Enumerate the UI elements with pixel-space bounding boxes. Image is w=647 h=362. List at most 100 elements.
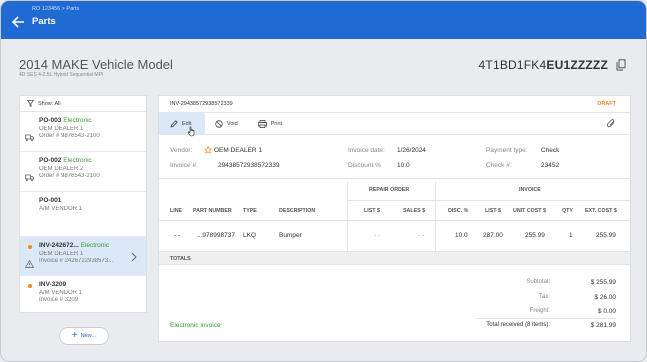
item-title: PO-001 — [39, 197, 62, 204]
item-title: PO-003 — [39, 117, 62, 124]
column-header: QTY — [562, 208, 573, 214]
back-arrow-icon[interactable] — [11, 15, 25, 29]
header-divider — [347, 200, 630, 201]
cell-inv-list: 287.00 — [483, 232, 503, 239]
edit-button[interactable]: Edit — [159, 113, 205, 137]
copy-icon[interactable] — [616, 59, 626, 71]
list-item-po-002[interactable]: PO-002 Electronic OEM DEALER 2 Order # 9… — [20, 152, 146, 192]
invoice-date-label: Invoice date: — [348, 147, 385, 154]
totals-divider — [476, 318, 616, 319]
discount-value: 10.0 — [397, 162, 410, 169]
column-header: LIST $ — [364, 208, 380, 214]
item-order: Order # 9876543-2100 — [39, 133, 100, 139]
cell-unit-cost: 255.99 — [525, 232, 545, 239]
column-header: SALES $ — [403, 208, 426, 214]
subtotal-label: Subtotal: — [526, 279, 550, 285]
print-label: Print — [270, 121, 283, 127]
item-invoice: Invoice # 3209 — [39, 297, 79, 303]
check-number-label: Check #: — [486, 162, 512, 169]
vin-number: 4T1BD1FK4EU1ZZZZZ — [479, 58, 608, 72]
invoice-date-value: 1/26/2024 — [397, 147, 426, 154]
total-received-value: $ 281.99 — [590, 322, 616, 329]
group-header-invoice: INVOICE — [519, 187, 541, 193]
void-icon — [215, 120, 223, 128]
invoice-toolbar: Edit Void Print — [159, 113, 630, 137]
item-vendor: A/M VENDOR 1 — [39, 206, 83, 212]
electronic-tag: Electronic — [63, 117, 92, 124]
subtotal-value: $ 255.99 — [590, 279, 616, 286]
cell-ext-cost: 255.99 — [596, 232, 616, 239]
cell-qty: 1 — [569, 232, 573, 239]
cell-description: Bumper — [279, 232, 302, 239]
status-badge: DRAFT — [597, 101, 616, 107]
list-item-inv-242672[interactable]: INV-242672... Electronic OEM DEALER 1 In… — [20, 237, 146, 276]
truck-icon — [25, 174, 34, 182]
vehicle-title: 2014 MAKE Vehicle Model — [19, 57, 173, 72]
table-row[interactable]: - - ...978998737 LKQ Bumper - - - - 10.0… — [159, 221, 630, 251]
vendor-value: OEM DEALER 1 — [214, 147, 263, 154]
status-dot — [28, 284, 32, 288]
printer-icon — [257, 120, 267, 128]
freight-label: Freight: — [529, 308, 550, 314]
tax-value: $ 26.00 — [594, 294, 616, 301]
new-button[interactable]: + New... — [59, 327, 109, 345]
item-order: Order # 9876543-2100 — [39, 173, 100, 179]
cell-ro-list: - - — [374, 232, 381, 239]
tax-label: Tax: — [538, 294, 550, 300]
column-header: DESCRIPTION — [279, 208, 316, 214]
star-icon[interactable] — [204, 146, 212, 154]
list-item-po-001[interactable]: PO-001 A/M VENDOR 1 — [20, 192, 146, 237]
invoice-panel: INV-29438572938572339 DRAFT Edit Void Pr… — [158, 95, 631, 342]
column-header: LIST $ — [485, 208, 501, 214]
breadcrumb: RO 123456 > Parts — [32, 6, 80, 12]
freight-value: $ 0.00 — [597, 308, 616, 315]
column-header: TYPE — [243, 208, 257, 214]
filter-show-all[interactable]: Show: All — [20, 96, 146, 112]
app-header: RO 123456 > Parts Parts — [1, 1, 646, 39]
electronic-tag: Electronic — [80, 242, 110, 249]
vehicle-subtitle: 4D SES 4-2.5L Hybrid Sequential MPI — [19, 72, 104, 78]
electronic-invoice-label: Electronic invoice — [170, 322, 221, 329]
vendor-label: Vendor: — [170, 147, 193, 154]
item-invoice: Invoice # 2426722938573... — [39, 258, 114, 264]
check-number-value: 23452 — [541, 162, 560, 169]
column-header: PART NUMBER — [193, 208, 232, 214]
invoice-header: INV-29438572938572339 DRAFT — [159, 96, 630, 113]
vin-prefix: 4T1BD1FK4 — [478, 58, 547, 72]
order-list-panel: Show: All PO-003 Electronic OEM DEALER 1… — [19, 95, 147, 313]
truck-icon — [25, 134, 34, 142]
paperclip-icon[interactable] — [607, 119, 616, 129]
chevron-right-icon — [131, 252, 137, 262]
invoice-id: INV-29438572938572339 — [170, 101, 233, 107]
cell-ro-sales: - - — [418, 232, 425, 239]
list-item-po-003[interactable]: PO-003 Electronic OEM DEALER 1 Order # 9… — [20, 112, 146, 152]
list-item-inv-3209[interactable]: INV-3209 A/M VENDOR 1 Invoice # 3209 — [20, 276, 146, 312]
totals-label: TOTALS — [170, 256, 191, 262]
plus-icon: + — [71, 330, 78, 341]
void-button[interactable]: Void — [205, 113, 248, 135]
column-header: UNIT COST $ — [513, 208, 546, 214]
item-vendor: OEM DEALER 1 — [39, 126, 84, 132]
electronic-tag: Electronic — [63, 157, 92, 164]
vin-suffix: EU1ZZZZZ — [546, 58, 608, 72]
totals-header: TOTALS — [159, 251, 630, 265]
page-title: Parts — [32, 16, 56, 27]
print-button[interactable]: Print — [248, 113, 292, 135]
filter-icon — [27, 100, 34, 107]
group-header-repair-order: REPAIR ORDER — [369, 187, 410, 193]
cell-part-number: ...978998737 — [197, 232, 235, 239]
item-title: INV-3209 — [39, 281, 67, 288]
item-title: INV-242672... — [39, 242, 79, 249]
column-header: DISC. % — [448, 208, 469, 214]
column-header: LINE — [170, 208, 183, 214]
total-received-label: Total received (8 items): — [486, 322, 550, 328]
discount-label: Discount % — [348, 162, 381, 169]
invoice-fields: Vendor: OEM DEALER 1 Invoice #: 29438572… — [159, 135, 630, 179]
item-title: PO-002 — [39, 157, 62, 164]
app-window: RO 123456 > Parts Parts 2014 MAKE Vehicl… — [0, 0, 647, 362]
column-header: EXT. COST $ — [585, 208, 617, 214]
item-vendor: OEM DEALER 2 — [39, 166, 84, 172]
filter-label: Show: All — [38, 100, 61, 107]
payment-type-value: Check — [541, 147, 560, 154]
warning-icon — [25, 260, 34, 268]
